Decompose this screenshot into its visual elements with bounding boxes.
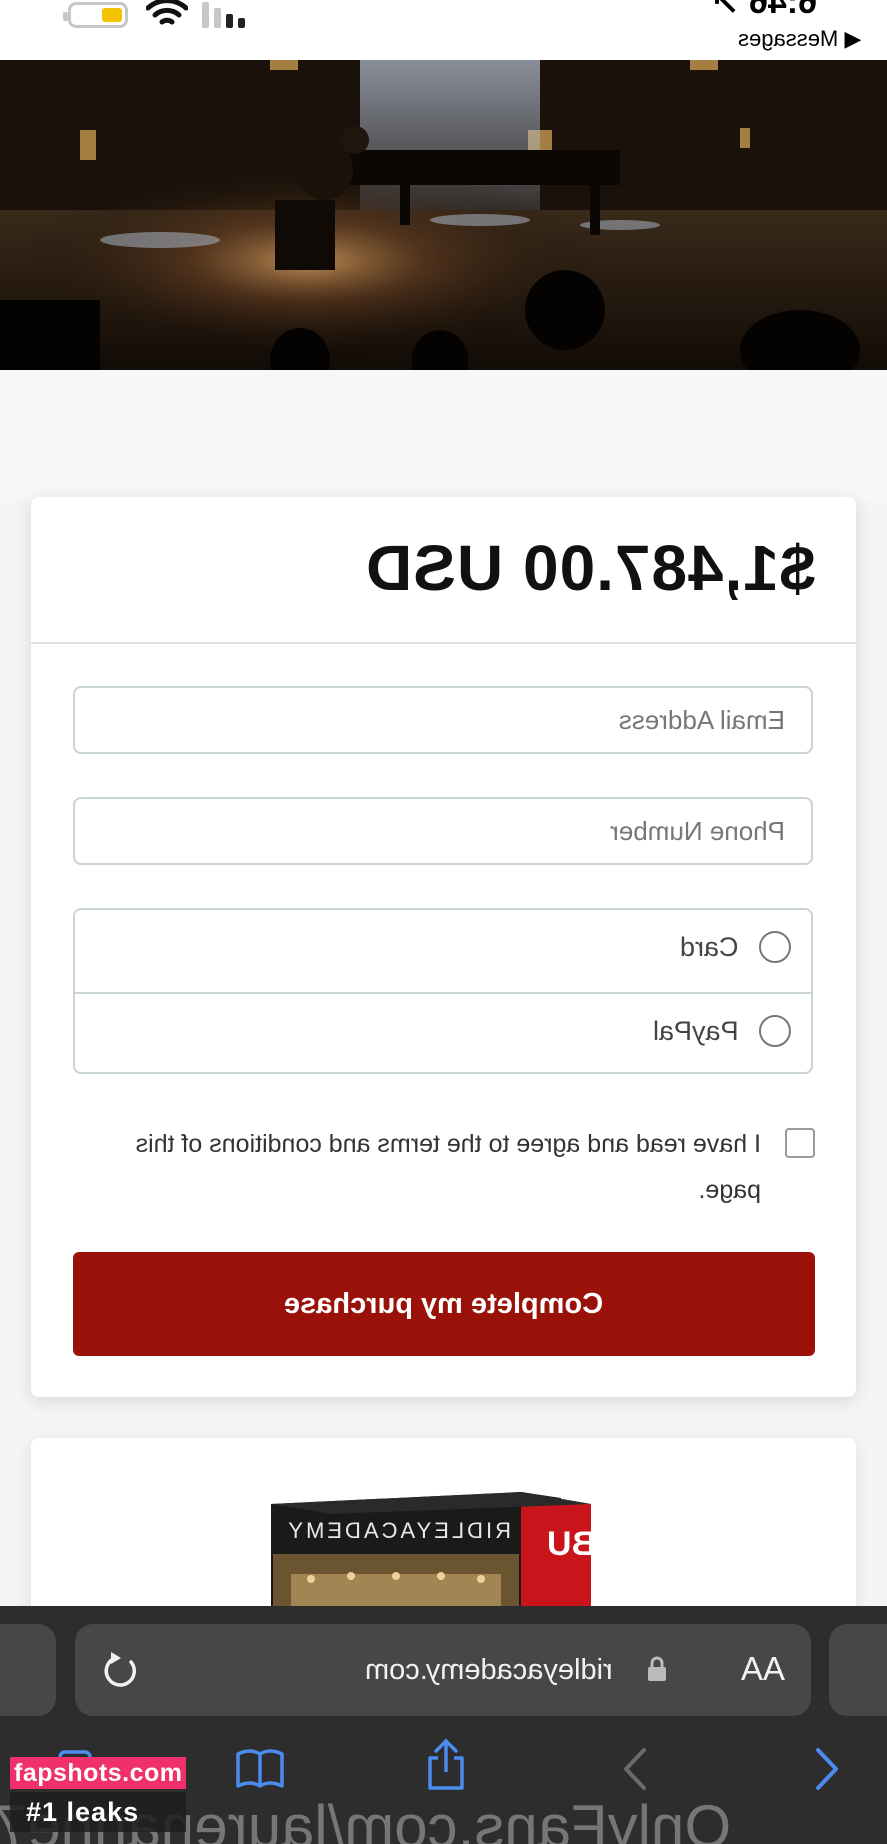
back-arrow-icon[interactable] [620,1746,650,1792]
card-radio[interactable] [759,931,791,963]
watermark-tag-text: #1 leaks [26,1797,140,1827]
share-icon[interactable] [424,1738,468,1792]
card-label: Card [680,932,739,962]
lock-icon [648,1656,666,1681]
wifi-icon [146,0,188,25]
checkout-card: $1,487.00 USD Card PayPal I have read an… [31,497,856,1397]
status-bar: 6:46 ↗ ◀ Messages [0,0,887,60]
email-field-wrapper [73,686,813,754]
paypal-radio[interactable] [759,1015,791,1047]
phone-field[interactable] [75,799,811,863]
reload-icon[interactable] [101,1648,141,1692]
product-brand-text: RIDLEYACADEMY [285,1518,511,1543]
address-bar[interactable]: ridleyacademy.com AA [75,1624,811,1716]
complete-purchase-label: Complete my purchase [284,1287,604,1320]
price-divider [31,642,856,644]
terms-label: I have read and agree to the terms and c… [135,1130,761,1204]
previous-tab-peek[interactable] [0,1624,56,1716]
price-total: $1,487.00 USD [365,532,816,604]
paypal-label: PayPal [653,1016,739,1046]
payment-option-paypal[interactable]: PayPal [75,992,811,1076]
payment-method-group: Card PayPal [73,908,813,1074]
hero-concert-image [0,60,887,370]
cellular-signal-icon [202,2,245,28]
reader-aa-button[interactable]: AA [741,1650,785,1688]
bookmarks-icon[interactable] [234,1746,286,1790]
battery-icon [63,2,128,28]
back-to-messages-link[interactable]: ◀ Messages [738,26,861,52]
product-side-text: BU [547,1522,596,1566]
phone-field-wrapper [73,797,813,865]
complete-purchase-button[interactable]: Complete my purchase [73,1252,815,1356]
url-text: ridleyacademy.com [365,1654,613,1686]
next-tab-peek[interactable] [829,1624,887,1716]
watermark-site-text: fapshots.com [14,1759,183,1787]
terms-checkbox[interactable] [785,1128,815,1158]
email-field[interactable] [75,688,811,752]
forward-arrow-icon[interactable] [812,1746,842,1792]
page-spacer [0,370,887,500]
status-time: 6:46 ↗ [711,0,817,21]
product-side-label: BU [547,1525,597,1563]
payment-option-card[interactable]: Card [75,910,811,992]
